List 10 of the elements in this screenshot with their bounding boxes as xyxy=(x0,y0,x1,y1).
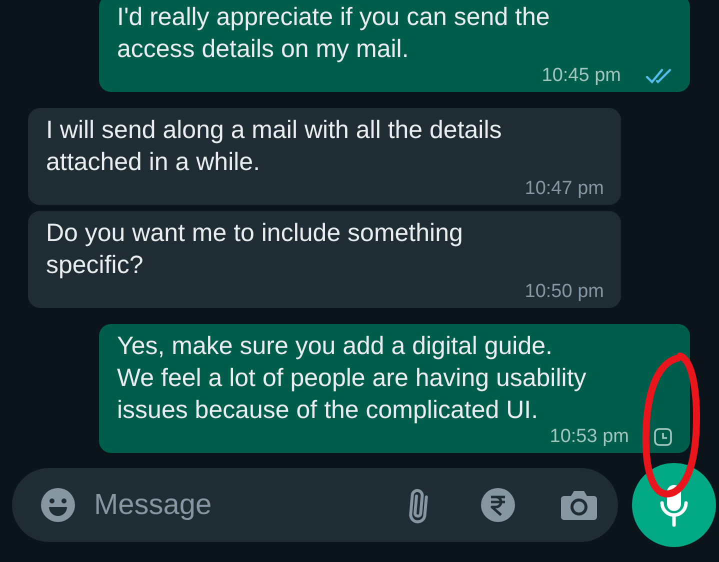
message-composer[interactable]: Message xyxy=(12,468,618,542)
message-time: 10:47 pm xyxy=(524,178,604,200)
message-text: Yes, make sure you add a digital guide. We feel a lot of people are having usability issues because of the complicated UI. xyxy=(117,331,586,426)
message-input[interactable]: Message xyxy=(92,488,384,522)
message-text: Do you want me to include something specific? xyxy=(46,218,463,281)
message-time: 10:53 pm xyxy=(550,426,629,448)
message-time: 10:50 pm xyxy=(524,281,604,303)
message-time: 10:45 pm xyxy=(542,65,621,87)
message-text: I'd really appreciate if you can send the access details on my mail. xyxy=(117,2,550,65)
message-text: I will send along a mail with all the details attached in a while. xyxy=(46,115,502,178)
